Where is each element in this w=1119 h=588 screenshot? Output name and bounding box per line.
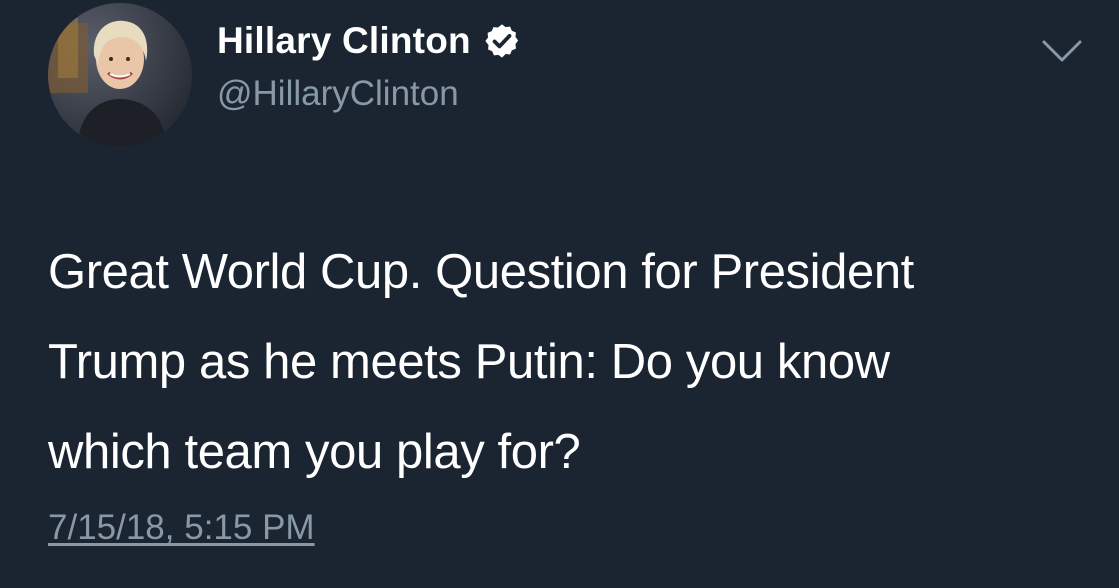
tweet-card: Hillary Clinton @HillaryClinton Great Wo… bbox=[0, 0, 1119, 588]
avatar[interactable] bbox=[48, 3, 192, 147]
display-name-text: Hillary Clinton bbox=[217, 20, 471, 61]
chevron-down-icon[interactable] bbox=[1040, 36, 1084, 66]
tweet-text: Great World Cup. Question for President … bbox=[48, 227, 1098, 497]
tweet-text-line: which team you play for? bbox=[48, 425, 581, 479]
tweet-text-line: Great World Cup. Question for President bbox=[48, 245, 914, 299]
display-name[interactable]: Hillary Clinton bbox=[217, 20, 521, 62]
tweet-timestamp[interactable]: 7/15/18, 5:15 PM bbox=[48, 508, 315, 548]
user-handle[interactable]: @HillaryClinton bbox=[217, 74, 459, 114]
avatar-photo bbox=[48, 3, 192, 147]
tweet-text-line: Trump as he meets Putin: Do you know bbox=[48, 335, 890, 389]
verified-badge-icon bbox=[483, 22, 521, 60]
